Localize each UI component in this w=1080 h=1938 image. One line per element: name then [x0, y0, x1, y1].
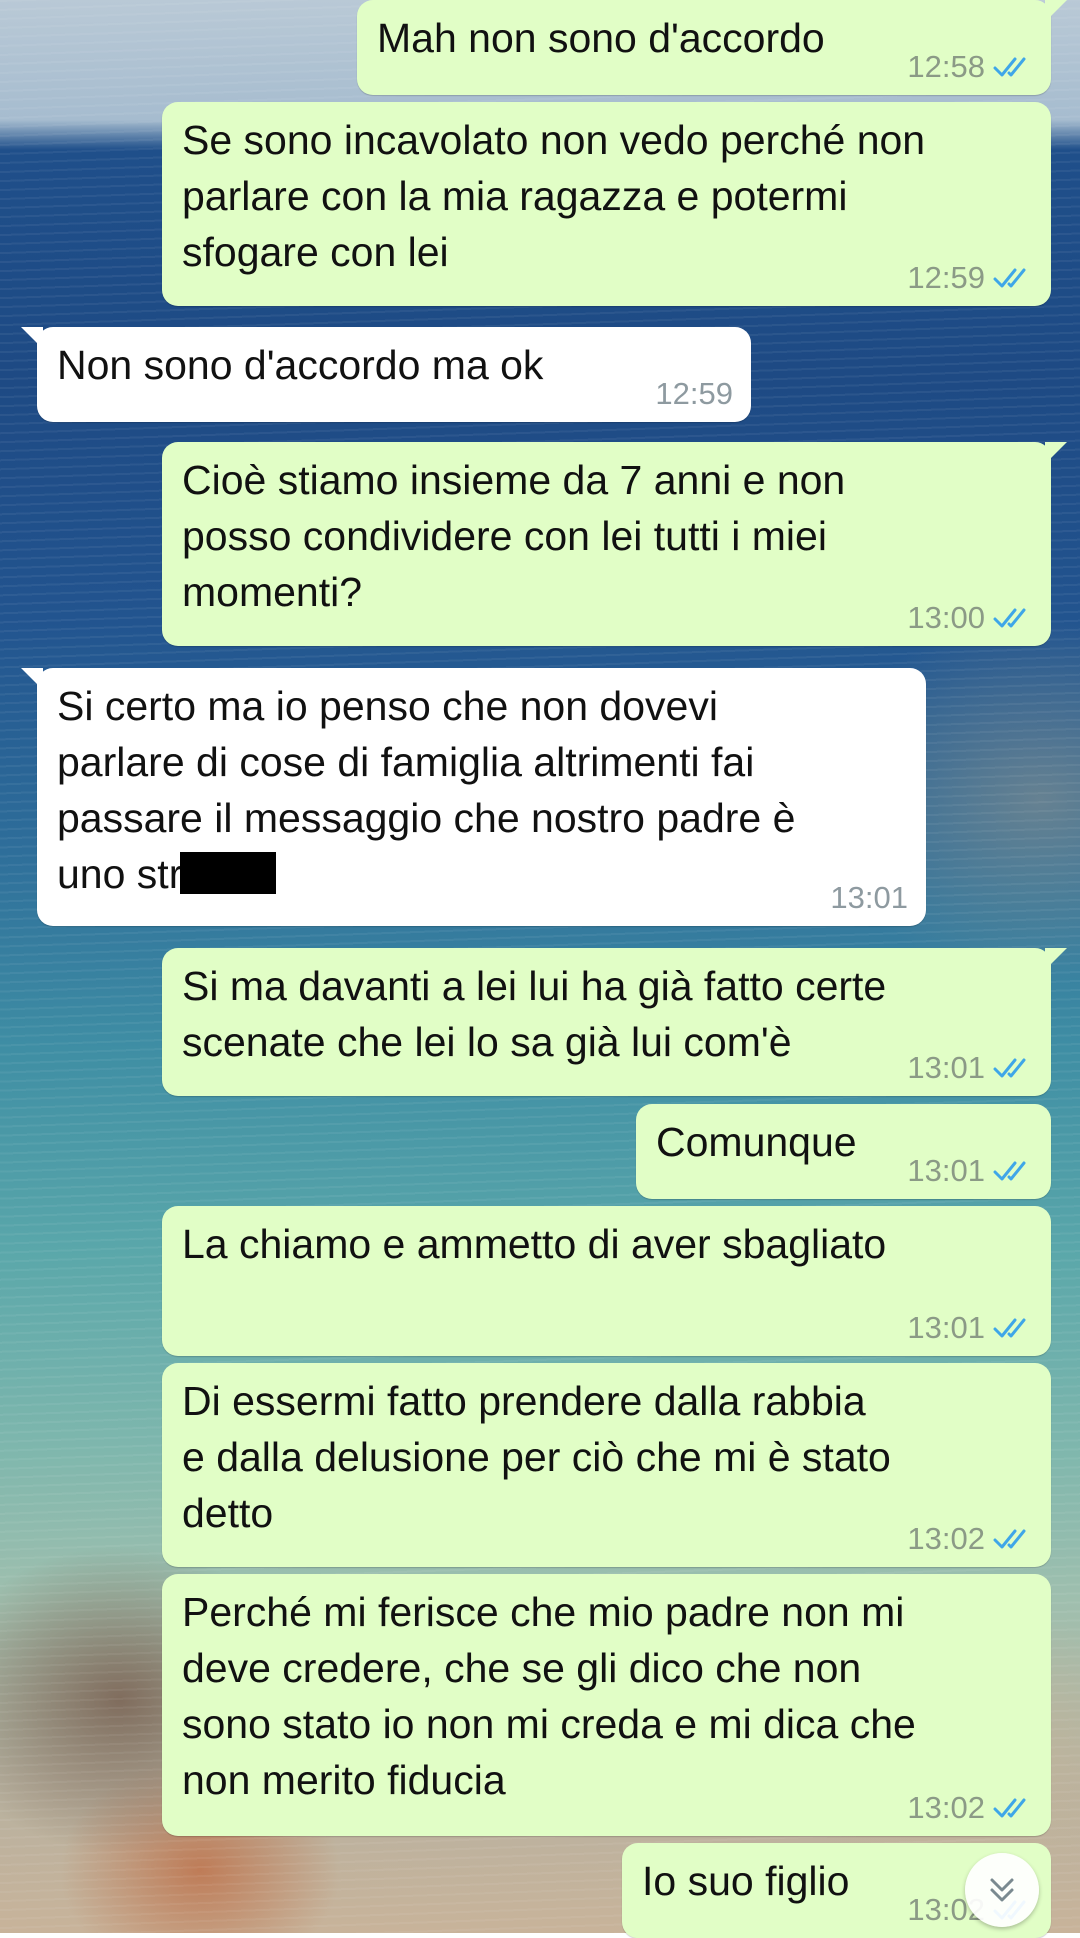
message-time: 13:01	[907, 1310, 985, 1345]
message-meta: 13:01	[830, 880, 908, 916]
message-bubble-outgoing[interactable]: Di essermi fatto prendere dalla rabbia e…	[162, 1363, 1051, 1567]
message-bubble-outgoing[interactable]: Perché mi ferisce che mio padre non mi d…	[162, 1574, 1051, 1836]
message-meta: 13:00	[907, 600, 1033, 636]
message-text: Di essermi fatto prendere dalla rabbia e…	[182, 1378, 891, 1536]
message-bubble-outgoing[interactable]: Se sono incavolato non vedo perché non p…	[162, 102, 1051, 306]
scroll-to-bottom-button[interactable]	[965, 1853, 1039, 1927]
message-time: 13:01	[907, 1050, 985, 1085]
double-chevron-down-icon	[990, 1878, 1014, 1902]
message-time: 13:02	[907, 1521, 985, 1556]
message-time: 13:02	[907, 1790, 985, 1825]
message-meta: 13:01	[907, 1310, 1033, 1346]
message-time: 13:00	[907, 600, 985, 635]
message-bubble-outgoing[interactable]: Cioè stiamo insieme da 7 anni e non poss…	[162, 442, 1067, 646]
double-check-icon	[993, 1798, 1026, 1818]
message-bubble-outgoing[interactable]: Comunque 13:01	[636, 1104, 1051, 1199]
message-text: Cioè stiamo insieme da 7 anni e non poss…	[182, 457, 846, 615]
double-check-icon	[993, 608, 1026, 628]
message-meta: 13:02	[907, 1521, 1033, 1557]
double-check-icon	[993, 1058, 1026, 1078]
message-time: 12:59	[655, 376, 733, 411]
message-text: Si ma davanti a lei lui ha già fatto cer…	[182, 963, 887, 1065]
message-text: Si certo ma io penso che non dovevi parl…	[57, 683, 796, 897]
message-meta: 12:59	[655, 376, 733, 412]
double-check-icon	[993, 1318, 1026, 1338]
message-bubble-outgoing[interactable]: Si ma davanti a lei lui ha già fatto cer…	[162, 948, 1067, 1096]
message-text: Perché mi ferisce che mio padre non mi d…	[182, 1589, 916, 1803]
message-meta: 13:02	[907, 1790, 1033, 1826]
double-check-icon	[993, 57, 1026, 77]
message-time: 12:59	[907, 260, 985, 295]
double-check-icon	[993, 1529, 1026, 1549]
message-time: 12:58	[907, 49, 985, 84]
message-bubble-incoming[interactable]: Non sono d'accordo ma ok 12:59	[21, 327, 751, 422]
message-time: 13:01	[830, 880, 908, 915]
message-time: 13:01	[907, 1153, 985, 1188]
message-text: La chiamo e ammetto di aver sbagliato	[182, 1221, 887, 1267]
message-bubble-incoming[interactable]: Si certo ma io penso che non dovevi parl…	[21, 668, 926, 926]
message-meta: 13:01	[907, 1050, 1033, 1086]
message-meta: 12:59	[907, 260, 1033, 296]
double-check-icon	[993, 1161, 1026, 1181]
message-bubble-outgoing[interactable]: Mah non sono d'accordo 12:58	[357, 0, 1067, 95]
message-text: Non sono d'accordo ma ok	[57, 342, 544, 388]
message-meta: 13:01	[907, 1153, 1033, 1189]
message-text: Se sono incavolato non vedo perché non p…	[182, 117, 926, 275]
message-bubble-outgoing[interactable]: La chiamo e ammetto di aver sbagliato 13…	[162, 1206, 1051, 1356]
redaction-box	[180, 852, 277, 894]
double-check-icon	[993, 268, 1026, 288]
message-meta: 12:58	[907, 49, 1033, 85]
